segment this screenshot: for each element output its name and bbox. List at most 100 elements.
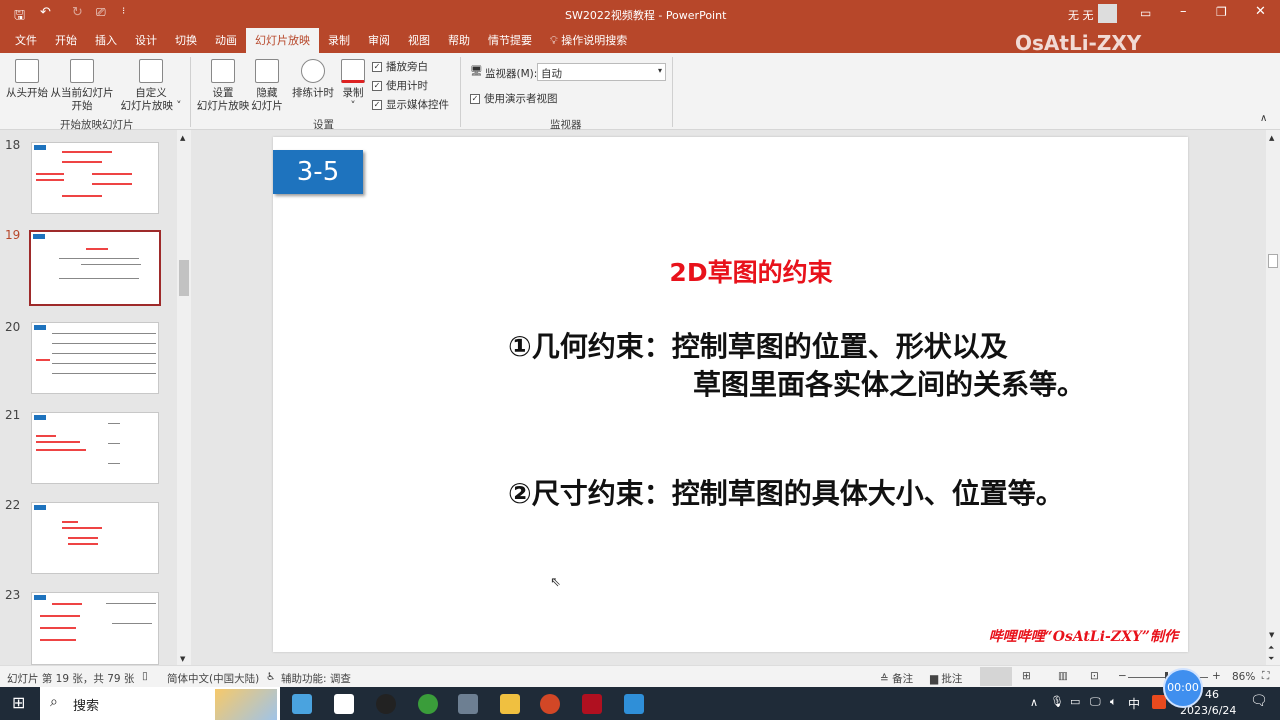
notes-button[interactable]: ≙ 备注 xyxy=(880,671,913,686)
from-current-label-2: 开始 xyxy=(71,100,93,112)
menu-view[interactable]: 视图 xyxy=(399,28,439,53)
slide-scrollbar[interactable]: ▲ ▼ ⏶ ⏷ xyxy=(1266,130,1280,665)
custom-slideshow-button[interactable]: 自定义 幻灯片放映 ˅ xyxy=(118,55,184,113)
browser-icon[interactable] xyxy=(418,694,438,714)
ime-indicator[interactable]: 中 xyxy=(1128,695,1140,712)
slide-thumbnail-23[interactable] xyxy=(31,592,159,665)
file-explorer-icon[interactable] xyxy=(500,694,520,714)
network-icon[interactable]: 🖵︎ xyxy=(1090,695,1101,709)
checkbox-checked-icon: ✓ xyxy=(372,80,382,91)
language-indicator[interactable]: 简体中文(中国大陆) xyxy=(167,671,259,686)
baidu-netdisk-icon[interactable] xyxy=(334,694,354,714)
scrollbar-thumb[interactable] xyxy=(1268,254,1278,268)
menu-help[interactable]: 帮助 xyxy=(439,28,479,53)
scroll-up-icon[interactable]: ▲ xyxy=(180,134,185,142)
notification-icon[interactable]: 🗨︎ xyxy=(1250,693,1268,709)
divider xyxy=(672,57,673,127)
microphone-icon[interactable]: 🎙︎ xyxy=(1050,695,1064,708)
menu-transitions[interactable]: 切换 xyxy=(166,28,206,53)
accessibility-status[interactable]: 辅助功能: 调查 xyxy=(281,671,351,686)
slide-sorter-icon[interactable]: ⊞ xyxy=(1022,670,1031,682)
stopwatch-icon xyxy=(301,59,325,83)
menu-animations[interactable]: 动画 xyxy=(206,28,246,53)
photos-icon[interactable] xyxy=(624,694,644,714)
task-view-icon[interactable] xyxy=(292,694,312,714)
scroll-down-icon[interactable]: ▼ xyxy=(180,655,185,663)
menu-slideshow[interactable]: 幻灯片放映 xyxy=(246,28,319,53)
slide-thumbnail-21[interactable] xyxy=(31,412,159,484)
zoom-level[interactable]: 86% xyxy=(1232,671,1255,683)
powerpoint-icon[interactable] xyxy=(540,694,560,714)
reading-view-icon[interactable]: ▥ xyxy=(1058,670,1068,682)
volume-icon[interactable]: 🔈︎ xyxy=(1110,695,1117,709)
comments-button[interactable]: ▆ 批注 xyxy=(930,671,962,686)
present-icon[interactable]: ⎚ xyxy=(96,5,106,20)
zoom-out-icon[interactable]: − xyxy=(1118,670,1127,682)
from-current-button[interactable]: 从当前幻灯片 开始 xyxy=(50,55,114,113)
slide-number: 20 xyxy=(5,320,21,334)
dimension-constraint-text: ②尺寸约束：控制草图的具体大小、位置等。 xyxy=(508,477,1064,510)
presenter-view-checkbox[interactable]: ✓ 使用演示者视图 xyxy=(470,91,558,106)
setup-slideshow-button[interactable]: 设置 幻灯片放映 xyxy=(196,55,250,113)
recording-timer[interactable]: 00:00 xyxy=(1163,668,1203,708)
slide-canvas[interactable]: 3-5 2D草图的约束 ①几何约束：控制草图的位置、形状以及 草图里面各实体之间… xyxy=(273,137,1188,652)
menu-file[interactable]: 文件 xyxy=(6,28,46,53)
rehearse-timings-button[interactable]: 排练计时 xyxy=(290,55,336,100)
group-label-monitors: 监视器 xyxy=(550,119,582,131)
ribbon-options-icon[interactable]: ▭ xyxy=(1140,6,1151,20)
clock-time[interactable]: 46 xyxy=(1205,688,1219,701)
setup-label: 设置 xyxy=(212,87,234,99)
hide-slide-button[interactable]: 隐藏 幻灯片 xyxy=(250,55,284,113)
redo-icon[interactable]: ↻ xyxy=(72,5,83,20)
zoom-in-icon[interactable]: + xyxy=(1212,670,1221,682)
slide-thumbnail-22[interactable] xyxy=(31,502,159,574)
calculator-icon[interactable] xyxy=(458,694,478,714)
scrollbar-thumb[interactable] xyxy=(179,260,189,296)
customize-icon[interactable]: ⁝ xyxy=(122,6,125,17)
qq-icon[interactable] xyxy=(376,694,396,714)
scroll-down-icon[interactable]: ▼ xyxy=(1269,631,1274,639)
status-bar: 幻灯片 第 19 张，共 79 张 ▯ 简体中文(中国大陆) ♿︎ 辅助功能: … xyxy=(0,665,1280,687)
solidworks-icon[interactable] xyxy=(582,694,602,714)
save-icon[interactable]: 🖫 xyxy=(14,6,25,28)
monitor-label: 监视器(M): xyxy=(485,68,538,80)
monitor-select[interactable]: 自动 ▾ xyxy=(537,63,666,81)
play-narrations-checkbox[interactable]: ✓ 播放旁白 xyxy=(372,59,428,74)
windows-start-icon[interactable]: ⊞ xyxy=(12,693,25,712)
taskbar-search-box[interactable]: ⌕ 搜索 xyxy=(40,687,280,720)
close-icon[interactable]: ✕ xyxy=(1255,4,1266,19)
next-slide-icon[interactable]: ⏷ xyxy=(1268,654,1274,664)
menu-design[interactable]: 设计 xyxy=(126,28,166,53)
sogou-icon[interactable] xyxy=(1152,695,1166,709)
collapse-ribbon-icon[interactable]: ∧ xyxy=(1260,113,1267,124)
slide-thumbnail-19[interactable] xyxy=(29,230,161,306)
minimize-icon[interactable]: – xyxy=(1180,4,1187,19)
record-dropdown[interactable]: ˅ xyxy=(338,100,368,113)
fit-to-window-icon[interactable]: ⛶ xyxy=(1262,670,1269,683)
from-start-button[interactable]: 从头开始 xyxy=(6,55,48,100)
spellcheck-icon[interactable]: ▯ xyxy=(142,670,148,682)
maximize-icon[interactable]: ❐ xyxy=(1216,5,1227,19)
menu-record[interactable]: 录制 xyxy=(319,28,359,53)
battery-icon[interactable]: ▭ xyxy=(1070,695,1080,708)
menu-review[interactable]: 审阅 xyxy=(359,28,399,53)
tell-me-search[interactable]: 💡︎ 操作说明搜索 xyxy=(541,28,636,53)
play-narrations-label: 播放旁白 xyxy=(386,61,428,73)
menu-home[interactable]: 开始 xyxy=(46,28,86,53)
show-media-controls-checkbox[interactable]: ✓ 显示媒体控件 xyxy=(372,97,449,112)
menu-storyboard[interactable]: 情节提要 xyxy=(479,28,541,53)
slide-thumbnail-20[interactable] xyxy=(31,322,159,394)
undo-icon[interactable]: ↶ xyxy=(40,5,51,20)
previous-slide-icon[interactable]: ⏶ xyxy=(1268,643,1274,653)
avatar[interactable] xyxy=(1098,4,1117,23)
hide-label: 隐藏 xyxy=(256,87,278,99)
menu-insert[interactable]: 插入 xyxy=(86,28,126,53)
record-button[interactable]: 录制 ˅ xyxy=(338,55,368,113)
normal-view-button[interactable] xyxy=(980,667,1012,686)
thumbnail-scrollbar[interactable]: ▲ ▼ xyxy=(177,130,191,665)
use-timings-checkbox[interactable]: ✓ 使用计时 xyxy=(372,78,428,93)
tray-expand-icon[interactable]: ∧ xyxy=(1030,696,1038,709)
slide-thumbnail-18[interactable] xyxy=(31,142,159,214)
slideshow-view-icon[interactable]: ⊡ xyxy=(1090,670,1099,682)
scroll-up-icon[interactable]: ▲ xyxy=(1269,134,1274,142)
